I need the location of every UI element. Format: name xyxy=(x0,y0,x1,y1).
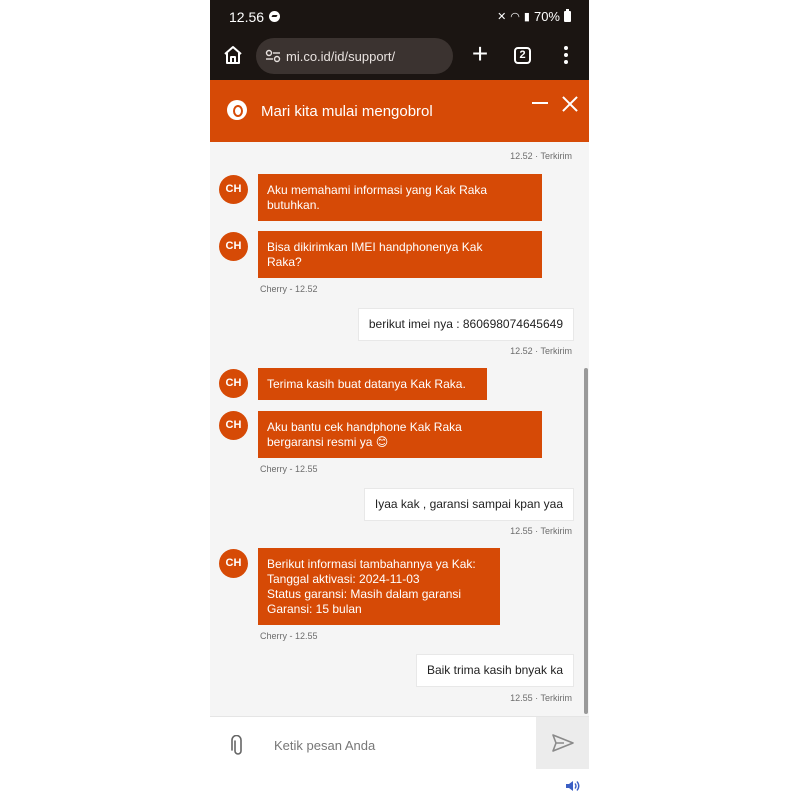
message-line: Garansi: 15 bulan xyxy=(267,602,362,616)
agent-avatar: CH xyxy=(219,232,248,261)
tab-count: 2 xyxy=(519,49,526,61)
more-menu-icon[interactable] xyxy=(561,44,571,68)
message-line: bergaransi resmi ya 😊 xyxy=(267,435,389,449)
agent-message: Bisa dikirimkan IMEI handphonenya Kak Ra… xyxy=(258,231,542,278)
chat-messages[interactable]: 12.52 · Terkirim CH Aku memahami informa… xyxy=(210,142,589,716)
plus-icon: + xyxy=(471,38,489,69)
agent-message: Terima kasih buat datanya Kak Raka. xyxy=(258,368,487,400)
chat-header: Mari kita mulai mengobrol xyxy=(210,80,589,142)
status-time: 12.56 xyxy=(229,9,265,25)
status-bar: 12.56 ✕ ◠ ▮ 70% xyxy=(210,0,589,34)
mute-icon: ✕ xyxy=(497,11,507,23)
site-settings-icon[interactable] xyxy=(265,49,281,63)
agent-avatar: CH xyxy=(219,549,248,578)
message-line: Aku memahami informasi yang Kak Raka xyxy=(267,183,488,197)
address-bar[interactable]: mi.co.id/id/support/ xyxy=(256,38,453,74)
url-text: mi.co.id/id/support/ xyxy=(286,49,396,64)
agent-message: Aku bantu cek handphone Kak Raka bergara… xyxy=(258,411,542,458)
message-input[interactable] xyxy=(262,729,532,761)
message-line: Aku bantu cek handphone Kak Raka xyxy=(267,420,462,434)
close-icon[interactable] xyxy=(561,95,579,113)
send-button[interactable] xyxy=(536,717,589,769)
phone-screen: 12.56 ✕ ◠ ▮ 70% mi.co.id/id/support/ + 2… xyxy=(210,0,589,800)
agent-avatar: CH xyxy=(219,369,248,398)
chat-title: Mari kita mulai mengobrol xyxy=(261,103,433,120)
user-message: berikut imei nya : 860698074645649 xyxy=(357,308,574,341)
status-icons: ✕ ◠ ▮ 70% xyxy=(497,9,571,24)
home-button[interactable] xyxy=(222,44,244,66)
user-message: Iyaa kak , garansi sampai kpan yaa xyxy=(363,488,574,521)
agent-message: Berikut informasi tambahannya ya Kak: Ta… xyxy=(258,548,500,625)
agent-avatar: CH xyxy=(219,411,248,440)
chat-scrollbar[interactable] xyxy=(584,368,588,714)
message-meta: 12.55 · Terkirim xyxy=(510,526,572,536)
message-meta: 12.55 · Terkirim xyxy=(510,693,572,703)
message-meta: Cherry - 12.55 xyxy=(260,631,318,641)
attach-icon[interactable] xyxy=(230,735,246,757)
home-icon xyxy=(224,46,242,64)
signal-icon: ▮ xyxy=(523,11,530,23)
agent-avatar: CH xyxy=(219,175,248,204)
messenger-icon xyxy=(269,11,280,22)
battery-icon xyxy=(564,9,571,22)
new-tab-button[interactable]: + xyxy=(465,40,495,70)
browser-toolbar: mi.co.id/id/support/ + 2 xyxy=(210,34,589,80)
chat-support-icon xyxy=(227,100,247,120)
message-line: Berikut informasi tambahannya ya Kak: xyxy=(267,557,476,571)
speaker-icon[interactable] xyxy=(565,779,581,793)
send-icon xyxy=(552,734,574,752)
message-meta: Cherry - 12.52 xyxy=(260,284,318,294)
message-line: Tanggal aktivasi: 2024-11-03 xyxy=(267,572,420,586)
message-line: Status garansi: Masih dalam garansi xyxy=(267,587,462,601)
user-message: Baik trima kasih bnyak ka xyxy=(415,654,574,687)
battery-percent: 70% xyxy=(533,9,560,24)
tabs-button[interactable]: 2 xyxy=(514,47,531,64)
message-line: butuhkan. xyxy=(267,198,320,212)
message-line: Raka? xyxy=(267,255,302,269)
message-composer xyxy=(210,716,589,800)
wifi-icon: ◠ xyxy=(510,11,520,23)
message-meta: Cherry - 12.55 xyxy=(260,464,318,474)
message-meta: 12.52 · Terkirim xyxy=(510,151,572,161)
message-line: Bisa dikirimkan IMEI handphonenya Kak xyxy=(267,240,483,254)
minimize-icon[interactable] xyxy=(532,102,548,104)
message-line: Terima kasih buat datanya Kak Raka. xyxy=(267,377,466,391)
message-meta: 12.52 · Terkirim xyxy=(510,346,572,356)
agent-message: Aku memahami informasi yang Kak Raka but… xyxy=(258,174,542,221)
